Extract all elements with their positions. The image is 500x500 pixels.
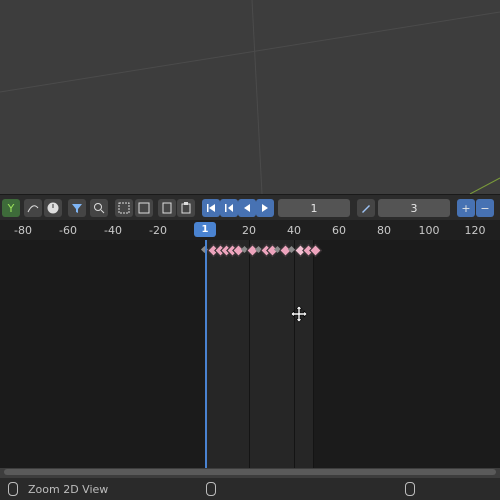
y-axis-icon[interactable]: Y xyxy=(2,199,20,217)
prev-keyframe-icon[interactable] xyxy=(220,199,238,217)
play-icon[interactable] xyxy=(256,199,274,217)
clock-icon[interactable] xyxy=(44,199,62,217)
play-reverse-icon[interactable] xyxy=(238,199,256,217)
mouse-icon xyxy=(8,482,18,496)
paste-icon[interactable] xyxy=(177,199,195,217)
current-frame-field[interactable]: 1 xyxy=(278,199,350,217)
pencil-icon[interactable] xyxy=(357,199,375,217)
tick-label: -40 xyxy=(104,224,122,237)
frame-ruler[interactable]: -80 -60 -40 -20 20 40 60 80 100 120 xyxy=(0,220,500,240)
tick-label: 60 xyxy=(332,224,346,237)
tick-label: 100 xyxy=(418,224,440,237)
tick-label: -60 xyxy=(59,224,77,237)
dopesheet-area[interactable] xyxy=(0,240,500,468)
jump-start-icon[interactable] xyxy=(202,199,220,217)
horizontal-scrollbar[interactable] xyxy=(4,469,496,475)
filter-icon[interactable] xyxy=(68,199,86,217)
mouse-icon xyxy=(405,482,415,496)
playhead[interactable] xyxy=(205,240,207,468)
zoom-icon[interactable] xyxy=(90,199,108,217)
timeline-toolbar: Y 1 3 + − xyxy=(0,194,500,221)
curve-icon[interactable] xyxy=(24,199,42,217)
grid-line xyxy=(294,240,295,468)
plus-icon[interactable]: + xyxy=(457,199,475,217)
grid-line xyxy=(249,240,250,468)
summary-keyframes xyxy=(0,244,500,257)
step-field[interactable]: 3 xyxy=(378,199,450,217)
grid-line xyxy=(313,240,314,468)
minus-icon[interactable]: − xyxy=(476,199,494,217)
mouse-icon xyxy=(206,482,216,496)
frame-range-band xyxy=(205,240,313,468)
tick-label: 40 xyxy=(287,224,301,237)
tick-label: 20 xyxy=(242,224,256,237)
move-cursor-icon xyxy=(290,305,308,323)
3d-viewport[interactable] xyxy=(0,0,500,194)
tick-label: -80 xyxy=(14,224,32,237)
current-frame-badge[interactable]: 1 xyxy=(194,222,216,237)
tick-label: -20 xyxy=(149,224,167,237)
viewport-grid xyxy=(0,0,500,194)
tick-label: 80 xyxy=(377,224,391,237)
copy-icon[interactable] xyxy=(158,199,176,217)
frame-all-icon[interactable] xyxy=(115,199,133,217)
status-bar: Zoom 2D View xyxy=(0,478,500,500)
status-hint: Zoom 2D View xyxy=(28,483,109,496)
tick-label: 120 xyxy=(464,224,486,237)
select-box-icon[interactable] xyxy=(135,199,153,217)
